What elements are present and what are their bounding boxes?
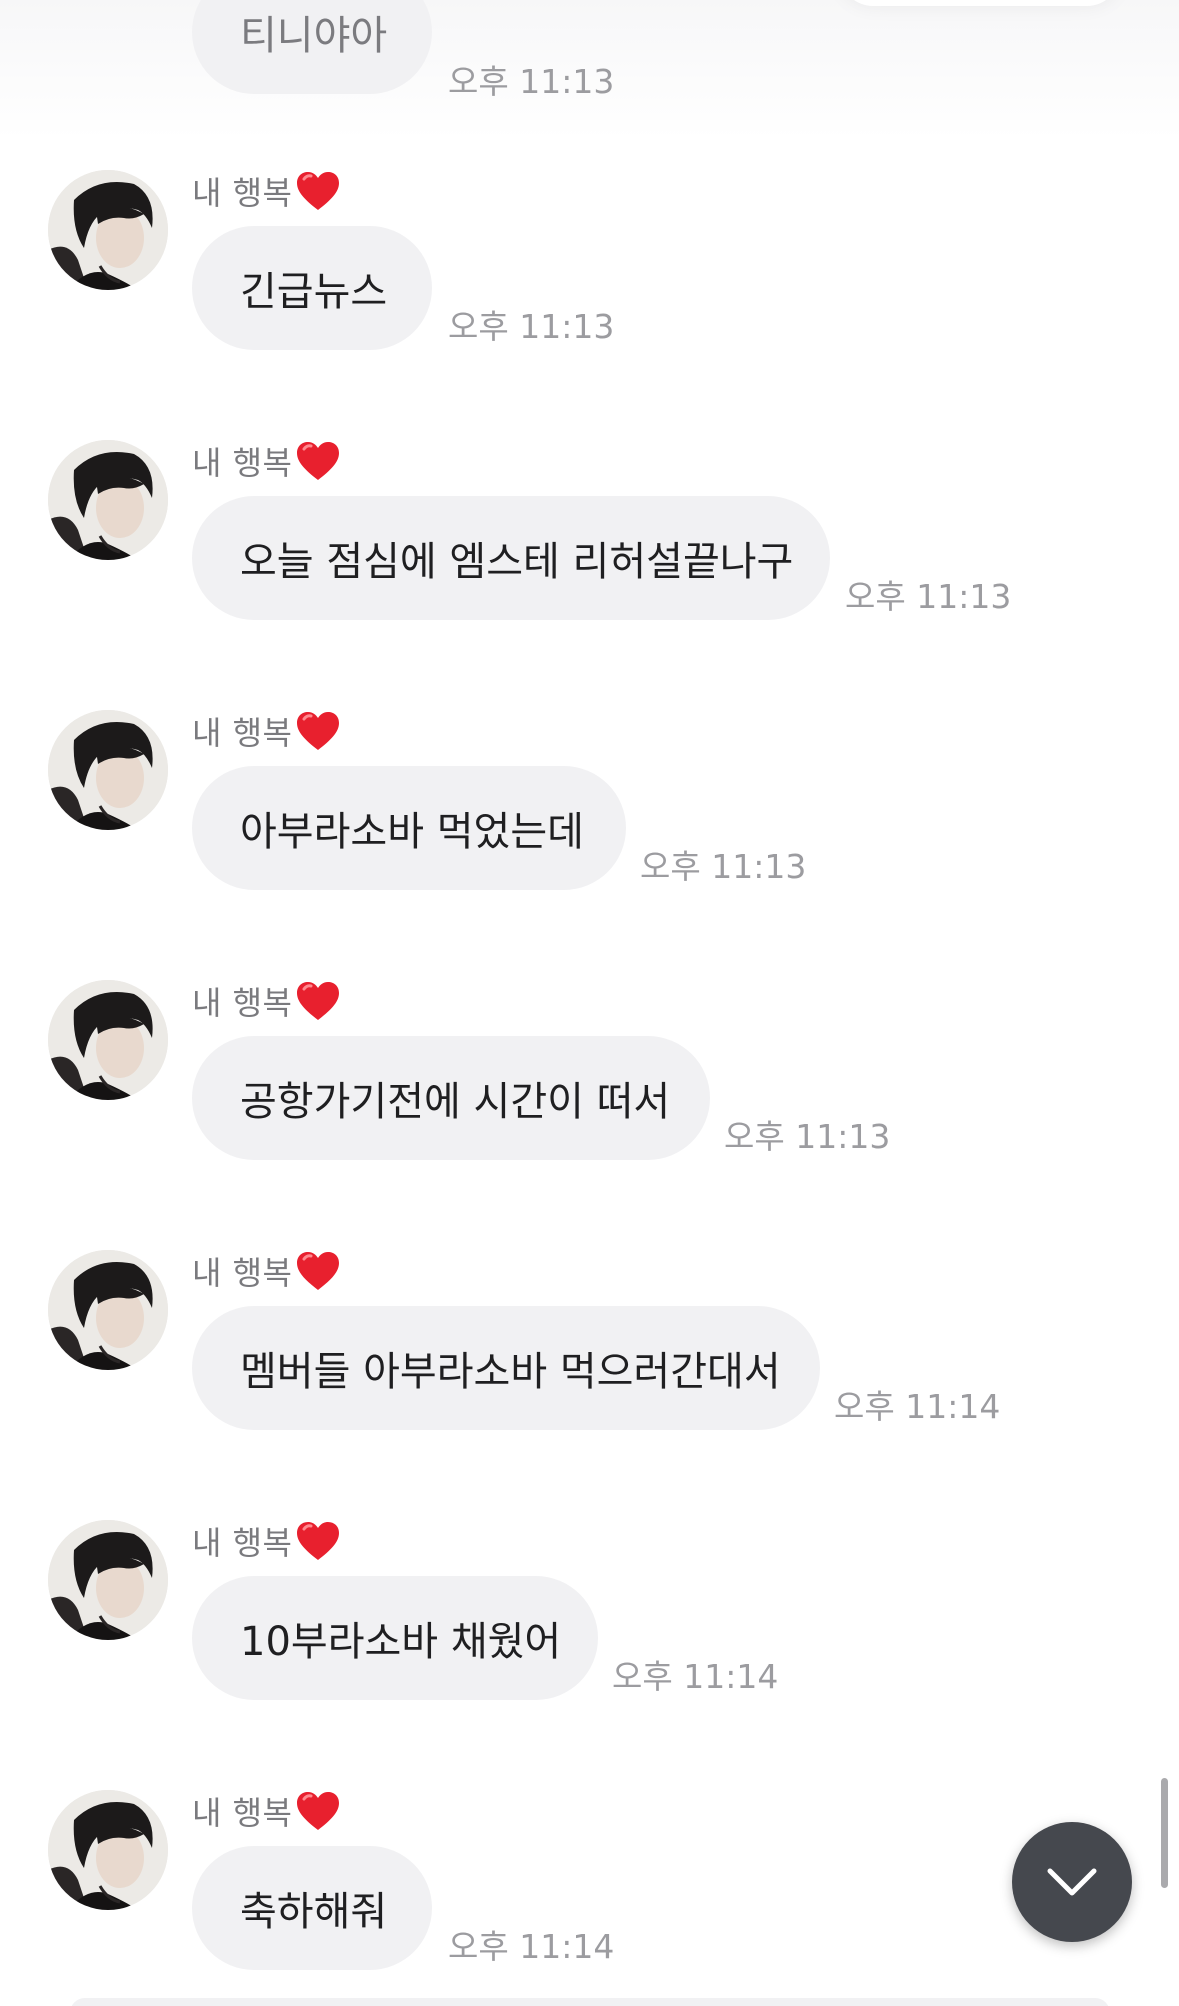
red-heart-icon xyxy=(296,1792,339,1830)
avatar[interactable] xyxy=(48,1250,168,1370)
avatar[interactable] xyxy=(48,170,168,290)
red-heart-icon xyxy=(296,172,339,210)
scroll-to-bottom-button[interactable] xyxy=(1012,1822,1132,1942)
sender-label: 내 행복 xyxy=(192,984,293,1022)
chat-thread[interactable]: 티니야아 오후 11:13 내 행복 긴급뉴스 오후 11:13 내 행복 오늘… xyxy=(0,0,1179,2006)
message-bubble[interactable]: 멤버들 아부라소바 먹으러간대서 xyxy=(192,1306,820,1430)
avatar[interactable] xyxy=(48,1790,168,1910)
sender-name: 내 행복 xyxy=(192,438,341,484)
avatar[interactable] xyxy=(48,1520,168,1640)
message-bubble[interactable]: 아부라소바 먹었는데 xyxy=(192,766,626,890)
message-row: 내 행복 아부라소바 먹었는데 오후 11:13 xyxy=(0,668,1179,938)
message-row: 내 행복 공항가기전에 시간이 떠서 오후 11:13 xyxy=(0,938,1179,1208)
message-bubble[interactable]: 10부라소바 채웠어 xyxy=(192,1576,598,1700)
message-time: 오후 11:14 xyxy=(448,1927,615,1966)
message-text: 오늘 점심에 엠스테 리허설끝나구 xyxy=(240,539,794,585)
message-time: 오후 11:13 xyxy=(845,577,1012,616)
red-heart-icon xyxy=(296,1522,339,1560)
message-text: 멤버들 아부라소바 먹으러간대서 xyxy=(240,1349,781,1395)
scrollbar[interactable] xyxy=(1161,1778,1168,1888)
sender-name: 내 행복 xyxy=(192,168,341,214)
sender-label: 내 행복 xyxy=(192,1794,293,1832)
red-heart-icon xyxy=(296,1252,339,1290)
message-row: 내 행복 멤버들 아부라소바 먹으러간대서 오후 11:14 xyxy=(0,1208,1179,1478)
partial-bubble xyxy=(840,0,1120,6)
sender-name: 내 행복 xyxy=(192,708,341,754)
sender-label: 내 행복 xyxy=(192,1524,293,1562)
message-bubble[interactable]: 축하해줘 xyxy=(192,1846,432,1970)
sender-name: 내 행복 xyxy=(192,978,341,1024)
message-bubble[interactable]: 오늘 점심에 엠스테 리허설끝나구 xyxy=(192,496,830,620)
sender-name: 내 행복 xyxy=(192,1788,341,1834)
sender-label: 내 행복 xyxy=(192,1254,293,1292)
message-bubble[interactable]: 긴급뉴스 xyxy=(192,226,432,350)
message-text: 아부라소바 먹었는데 xyxy=(240,809,584,855)
message-row: 내 행복 오늘 점심에 엠스테 리허설끝나구 오후 11:13 xyxy=(0,398,1179,668)
message-row: 내 행복 축하해줘 오후 11:14 xyxy=(0,1748,1179,2006)
next-message-bubble xyxy=(70,1998,1110,2006)
red-heart-icon xyxy=(296,442,339,480)
message-time: 오후 11:13 xyxy=(448,307,615,346)
sender-name: 내 행복 xyxy=(192,1518,341,1564)
sender-label: 내 행복 xyxy=(192,714,293,752)
message-bubble[interactable]: 공항가기전에 시간이 떠서 xyxy=(192,1036,710,1160)
message-time: 오후 11:13 xyxy=(640,847,807,886)
chevron-down-icon xyxy=(1047,1868,1097,1896)
message-text: 티니야아 xyxy=(240,13,388,59)
sender-name: 내 행복 xyxy=(192,1248,341,1294)
message-text: 축하해줘 xyxy=(240,1889,388,1935)
avatar[interactable] xyxy=(48,710,168,830)
message-time: 오후 11:14 xyxy=(834,1387,1001,1426)
red-heart-icon xyxy=(296,712,339,750)
message-text: 긴급뉴스 xyxy=(240,269,388,315)
message-time: 오후 11:13 xyxy=(448,62,615,101)
message-text: 10부라소바 채웠어 xyxy=(240,1619,562,1665)
message-time: 오후 11:14 xyxy=(612,1657,779,1696)
red-heart-icon xyxy=(296,982,339,1020)
sender-label: 내 행복 xyxy=(192,444,293,482)
message-row: 내 행복 10부라소바 채웠어 오후 11:14 xyxy=(0,1478,1179,1748)
sender-label: 내 행복 xyxy=(192,174,293,212)
message-row: 내 행복 긴급뉴스 오후 11:13 xyxy=(0,128,1179,398)
message-bubble[interactable]: 티니야아 xyxy=(192,0,432,94)
avatar[interactable] xyxy=(48,980,168,1100)
avatar[interactable] xyxy=(48,440,168,560)
message-time: 오후 11:13 xyxy=(724,1117,891,1156)
message-text: 공항가기전에 시간이 떠서 xyxy=(240,1079,671,1125)
